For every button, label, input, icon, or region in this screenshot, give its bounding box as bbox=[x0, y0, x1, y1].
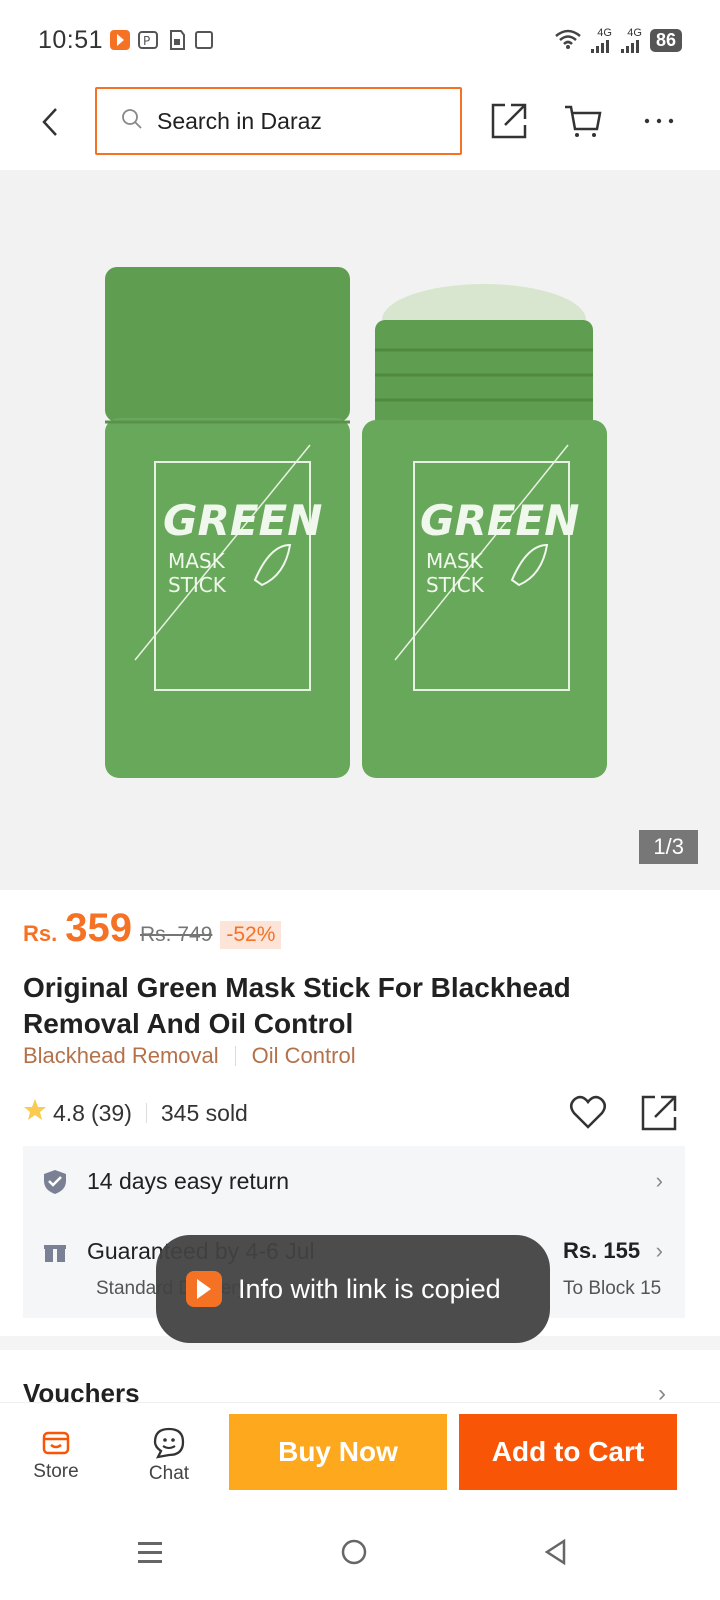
price-current: 359 bbox=[65, 906, 132, 950]
product-label-left-2: MASK bbox=[168, 549, 226, 573]
share-button[interactable] bbox=[486, 98, 532, 144]
return-policy-row[interactable]: 14 days easy return › bbox=[23, 1146, 685, 1218]
sold-count: 345 sold bbox=[160, 1099, 248, 1126]
star-icon bbox=[23, 1098, 47, 1128]
android-navigation-bar bbox=[0, 1502, 720, 1600]
parking-notification-icon: P bbox=[137, 29, 159, 51]
delivery-price: Rs. 155 bbox=[563, 1238, 641, 1263]
tag-blackhead-removal[interactable]: Blackhead Removal bbox=[23, 1043, 219, 1069]
wishlist-button[interactable] bbox=[568, 1093, 608, 1139]
product-image-gallery[interactable]: GREEN MASK STICK GREEN MASK STICK 1/3 bbox=[0, 170, 720, 890]
product-image: GREEN MASK STICK GREEN MASK STICK bbox=[105, 267, 607, 778]
back-button[interactable] bbox=[30, 102, 70, 142]
rating-row: 4.8 (39) 345 sold bbox=[23, 1093, 683, 1133]
battery-indicator: 86 bbox=[649, 28, 682, 52]
bottom-action-bar: Store Chat Buy Now Add to Cart bbox=[0, 1402, 720, 1502]
screenshot-notification-icon bbox=[193, 29, 215, 51]
share-icon bbox=[491, 103, 527, 139]
menu-icon bbox=[138, 1542, 162, 1563]
status-time: 10:51 bbox=[38, 25, 104, 54]
more-icon bbox=[644, 118, 674, 124]
price-original: Rs. 749 bbox=[140, 923, 213, 946]
product-tags: Blackhead Removal Oil Control bbox=[23, 1043, 356, 1069]
add-to-cart-button[interactable]: Add to Cart bbox=[459, 1414, 677, 1490]
wifi-icon bbox=[554, 28, 582, 53]
delivery-box-icon bbox=[44, 1241, 66, 1262]
tag-oil-control[interactable]: Oil Control bbox=[252, 1043, 356, 1069]
home-circle-icon bbox=[341, 1539, 367, 1565]
sim-notification-icon bbox=[165, 29, 187, 51]
chat-button[interactable]: Chat bbox=[129, 1427, 209, 1485]
search-icon bbox=[121, 108, 143, 135]
heart-icon bbox=[570, 1095, 606, 1129]
discount-badge: -52% bbox=[220, 921, 282, 949]
toast-message: Info with link is copied bbox=[238, 1273, 501, 1304]
cart-icon bbox=[565, 105, 602, 137]
svg-text:P: P bbox=[143, 34, 150, 48]
daraz-logo-icon bbox=[186, 1271, 222, 1307]
daraz-notification-icon bbox=[109, 29, 131, 51]
rating-count[interactable]: (39) bbox=[91, 1100, 132, 1127]
recent-apps-button[interactable] bbox=[120, 1522, 180, 1582]
status-left: 10:51 P bbox=[38, 26, 215, 55]
toast-notification: Info with link is copied bbox=[156, 1235, 550, 1343]
price-currency: Rs. bbox=[23, 921, 58, 946]
image-counter: 1/3 bbox=[639, 830, 698, 864]
search-input[interactable]: Search in Daraz bbox=[95, 87, 462, 155]
network-type-2: 4G bbox=[627, 26, 642, 39]
search-placeholder: Search in Daraz bbox=[157, 107, 322, 134]
signal-icon-2: 4G bbox=[620, 26, 642, 53]
product-label-right: GREEN bbox=[420, 496, 579, 545]
price-row: Rs. 359 Rs. 749 -52% bbox=[23, 906, 282, 951]
network-type-1: 4G bbox=[597, 26, 612, 39]
product-label-left-3: STICK bbox=[168, 573, 227, 597]
product-label-right-3: STICK bbox=[426, 573, 485, 597]
chevron-right-icon: › bbox=[655, 1238, 663, 1263]
product-title: Original Green Mask Stick For Blackhead … bbox=[23, 972, 571, 1039]
signal-icon-1: 4G bbox=[590, 26, 612, 53]
store-icon bbox=[42, 1431, 70, 1455]
cart-button[interactable] bbox=[560, 98, 606, 144]
share-icon bbox=[641, 1095, 677, 1131]
share-product-button[interactable] bbox=[639, 1093, 679, 1139]
store-label: Store bbox=[33, 1461, 79, 1482]
status-right: 4G 4G 86 bbox=[554, 26, 682, 53]
back-triangle-icon bbox=[544, 1538, 566, 1566]
status-bar: 10:51 P 4G 4G 86 bbox=[0, 0, 720, 80]
delivery-location: To Block 15 bbox=[563, 1278, 662, 1299]
store-button[interactable]: Store bbox=[16, 1427, 96, 1483]
buy-now-button[interactable]: Buy Now bbox=[229, 1414, 447, 1490]
tag-separator bbox=[234, 1046, 236, 1066]
product-label-right-2: MASK bbox=[426, 549, 484, 573]
more-button[interactable] bbox=[636, 98, 682, 144]
return-policy-line: 14 days easy return bbox=[43, 1168, 289, 1195]
return-policy-text: 14 days easy return bbox=[87, 1168, 290, 1194]
shield-icon bbox=[44, 1169, 66, 1194]
home-button[interactable] bbox=[324, 1522, 384, 1582]
rating-score[interactable]: 4.8 bbox=[53, 1100, 85, 1127]
back-nav-button[interactable] bbox=[526, 1522, 586, 1582]
product-label-left: GREEN bbox=[163, 496, 322, 545]
rating-separator bbox=[145, 1103, 147, 1123]
chevron-left-icon bbox=[42, 108, 57, 136]
chat-icon bbox=[153, 1427, 185, 1459]
chevron-right-icon: › bbox=[655, 1168, 663, 1193]
chat-label: Chat bbox=[148, 1463, 190, 1484]
top-navigation: Search in Daraz bbox=[0, 80, 720, 170]
